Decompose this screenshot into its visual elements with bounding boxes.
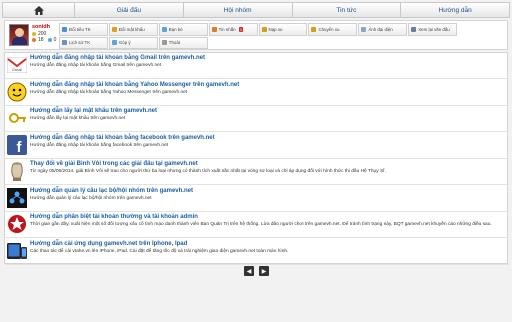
pagination: ◀ ▶ xyxy=(244,266,269,276)
facebook-icon[interactable]: f xyxy=(6,134,28,156)
svg-text:Gmail: Gmail xyxy=(12,67,23,72)
nav-guides[interactable]: Hướng dẫn xyxy=(401,3,509,17)
avatar-settings-button[interactable]: Ảnh đại diện xyxy=(358,23,408,36)
avatar[interactable] xyxy=(9,24,29,46)
change-username-button[interactable]: Đổi tiêu TK xyxy=(59,23,108,36)
top-up-icon xyxy=(261,26,267,32)
coin-icon xyxy=(32,32,36,36)
friends-icon xyxy=(161,26,167,32)
match-replays-label: Xem lại văn đấu xyxy=(418,26,450,32)
gem-icon xyxy=(47,38,52,42)
article-item[interactable]: f Hướng dẫn đăng nhập tài khoản bằng face… xyxy=(5,133,509,159)
gmail-icon[interactable]: Gmail xyxy=(6,54,28,76)
article-summary: Từ ngày 05/06/2014, giải Bình Vôi sẽ tra… xyxy=(30,169,386,174)
nav-tournaments[interactable]: Giải đấu xyxy=(75,3,184,17)
prev-page-button[interactable]: ◀ xyxy=(244,266,254,276)
account-history-label: Lịch sử TK xyxy=(69,40,91,46)
top-up-button[interactable]: Nạp xu xyxy=(258,23,308,36)
account-history-icon xyxy=(62,40,67,46)
nav-groups[interactable]: Hội nhóm xyxy=(184,3,293,17)
messages-button[interactable]: Tin nhắn 3 xyxy=(208,23,258,36)
password-key-icon[interactable] xyxy=(6,107,28,129)
transfer-coins-button[interactable]: Chuyển xu xyxy=(308,23,358,36)
messages-icon xyxy=(211,26,217,32)
top-up-label: Nạp xu xyxy=(268,26,283,32)
transfer-coins-label: Chuyển xu xyxy=(318,26,340,32)
article-item[interactable]: Hướng dẫn quản lý câu lạc bộ/hội nhóm tr… xyxy=(5,186,509,212)
article-item[interactable]: Hướng dẫn đăng nhập tài khoản bằng Yahoo… xyxy=(5,80,509,106)
article-title-link[interactable]: Hướng dẫn quản lý câu lạc bộ/hội nhóm tr… xyxy=(30,188,193,194)
article-item[interactable]: Hướng dẫn phân biệt tài khoản thường và … xyxy=(5,212,509,238)
article-summary: Thời gian gần đây, xuất hiện một số đối … xyxy=(30,222,492,227)
article-title-link[interactable]: Hướng dẫn cài ứng dụng gamevh.net trên I… xyxy=(30,241,187,247)
messages-label: Tin nhắn xyxy=(218,26,236,32)
feedback-icon xyxy=(111,40,117,46)
username[interactable]: sonidh xyxy=(32,24,50,30)
article-title-link[interactable]: Hướng dẫn đăng nhập tài khoản bằng Gmail… xyxy=(30,55,205,61)
level-stat: 18 0 xyxy=(32,37,56,43)
account-actions: Đổi tiêu TK Đổi mật khẩu Bạn bè Tin nhắn 3 Nạ… xyxy=(59,23,507,49)
feedback-label: Góp ý xyxy=(118,40,131,46)
next-page-button[interactable]: ▶ xyxy=(259,266,269,276)
logout-label: Thoát xyxy=(168,40,180,46)
unread-count-badge: 3 xyxy=(238,26,243,32)
logout-button[interactable]: Thoát xyxy=(158,36,208,49)
article-list: Gmail Hướng dẫn đăng nhập tài khoản bằng … xyxy=(4,52,509,265)
home-button[interactable] xyxy=(3,3,75,17)
match-replays-button[interactable]: Xem lại văn đấu xyxy=(408,23,458,36)
article-summary: Hướng dẫn đăng nhập tài khoản bằng Yahoo… xyxy=(30,89,188,95)
nav-news[interactable]: Tin tức xyxy=(293,3,402,17)
admin-star-icon[interactable] xyxy=(6,213,28,235)
change-password-icon xyxy=(111,26,117,32)
article-item[interactable]: Hướng dẫn cài ứng dụng gamevh.net trên I… xyxy=(5,239,509,265)
account-history-button[interactable]: Lịch sử TK xyxy=(59,36,108,49)
article-summary: Hướng dẫn quản lý câu lạc bộ/hội nhóm tr… xyxy=(30,195,152,201)
article-title-link[interactable]: Hướng dẫn lấy lại mật khẩu trên gamevh.n… xyxy=(30,108,157,114)
top-nav: Giải đấu Hội nhóm Tin tức Hướng dẫn xyxy=(2,2,510,18)
change-username-label: Đổi tiêu TK xyxy=(69,26,91,32)
article-item[interactable]: Hướng dẫn lấy lại mật khẩu trên gamevh.n… xyxy=(5,106,509,132)
home-icon xyxy=(33,5,44,15)
article-summary: Các thao tác để cài vtahe.vn lên iPhone,… xyxy=(30,248,289,254)
avatar-settings-icon xyxy=(361,26,367,32)
article-title-link[interactable]: Hướng dẫn đăng nhập tài khoản bằng Yahoo… xyxy=(30,82,239,88)
article-title-link[interactable]: Hướng dẫn đăng nhập tài khoản bằng faceb… xyxy=(30,135,215,141)
club-group-icon[interactable] xyxy=(6,187,28,209)
article-item[interactable]: Gmail Hướng dẫn đăng nhập tài khoản bằng … xyxy=(5,53,509,79)
level-icon xyxy=(32,38,36,42)
article-summary: Hướng dẫn đăng nhập tài khoản bằng Gmail… xyxy=(30,63,162,68)
match-replays-icon xyxy=(411,26,417,32)
friends-label: Bạn bè xyxy=(168,26,183,32)
friends-button[interactable]: Bạn bè xyxy=(158,23,208,36)
article-summary: Hướng dẫn lấy lại mật khẩu trên gamevh.n… xyxy=(30,116,126,121)
trophy-vase-icon[interactable] xyxy=(6,160,28,182)
article-item[interactable]: Thay đổi về giải Bình Vôi trong các giải… xyxy=(5,159,509,185)
article-title-link[interactable]: Hướng dẫn phân biệt tài khoản thường và … xyxy=(30,214,198,220)
avatar-settings-label: Ảnh đại diện xyxy=(368,26,393,32)
change-username-icon xyxy=(62,26,67,32)
article-summary: Hướng dẫn đăng nhập tài khoản bằng faceb… xyxy=(30,142,169,148)
change-password-label: Đổi mật khẩu xyxy=(118,26,145,32)
yahoo-messenger-icon[interactable] xyxy=(6,81,28,103)
article-title-link[interactable]: Thay đổi về giải Bình Vôi trong các giải… xyxy=(30,161,198,167)
user-panel: sonidh 200 18 0 Đổi tiêu TK Đổi mật khẩu B… xyxy=(4,20,508,50)
feedback-button[interactable]: Góp ý xyxy=(108,36,158,49)
change-password-button[interactable]: Đổi mật khẩu xyxy=(108,23,158,36)
logout-icon xyxy=(161,40,167,46)
transfer-coins-icon xyxy=(311,26,317,32)
iphone-ipad-icon[interactable] xyxy=(6,240,28,262)
